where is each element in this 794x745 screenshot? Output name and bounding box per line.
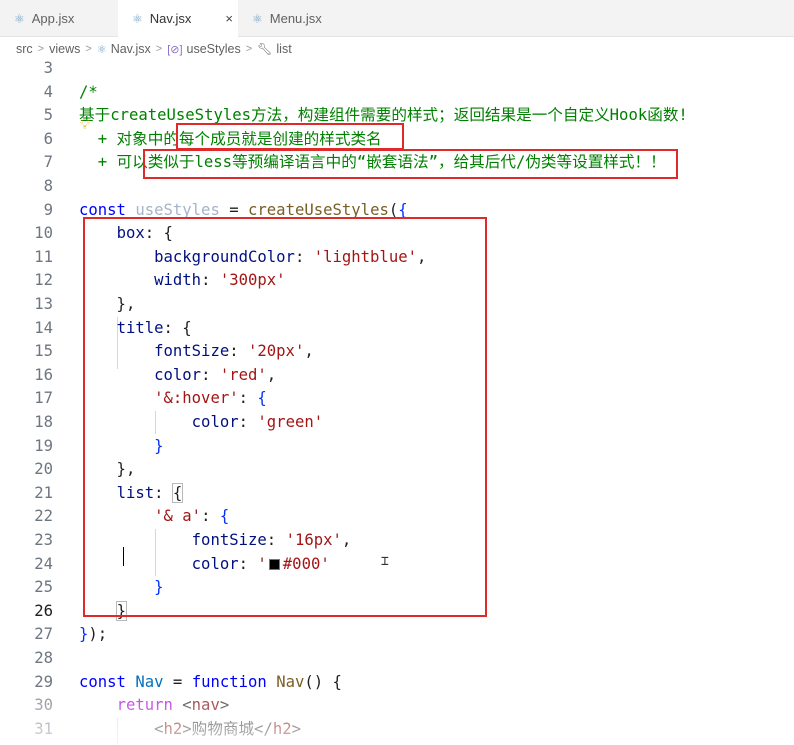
line-number: 25: [34, 578, 53, 597]
highlight-box-class-names: [176, 123, 404, 150]
breadcrumb-item-prop[interactable]: list: [276, 42, 291, 56]
code-line[interactable]: 28: [0, 647, 794, 671]
line-number: 13: [34, 295, 53, 313]
line-number: 21: [34, 483, 53, 502]
close-icon[interactable]: ×: [225, 11, 233, 26]
code-token: <: [79, 719, 164, 738]
tab-nav-jsx[interactable]: ⚛ Nav.jsx ×: [118, 0, 238, 37]
line-number: 31: [34, 719, 53, 738]
code-token: const: [79, 200, 136, 219]
code-token: 基于createUseStyles方法，构建组件需要的样式；返回结果是一个自定义…: [79, 106, 688, 125]
code-token: function: [191, 672, 277, 691]
code-token: }: [79, 625, 89, 644]
code-token: );: [88, 625, 108, 644]
chevron-right-icon: >: [155, 43, 163, 55]
line-number: 14: [34, 318, 53, 337]
code-token: {: [398, 200, 408, 219]
code-line[interactable]: 27});: [0, 623, 794, 647]
tab-app-jsx[interactable]: ⚛ App.jsx: [0, 0, 118, 37]
editor-tab-bar: ⚛ App.jsx ⚛ Nav.jsx × ⚛ Menu.jsx: [0, 0, 794, 37]
code-line[interactable]: 30 return <nav>: [0, 694, 794, 718]
react-icon: ⚛: [252, 11, 263, 26]
highlight-box-nesting-syntax: [143, 149, 678, 179]
line-number: 10: [34, 224, 53, 243]
line-number: 29: [34, 672, 53, 691]
line-number: 26: [34, 601, 53, 620]
code-text: <h2>购物商城</h2>: [79, 718, 301, 742]
line-number: 19: [34, 436, 53, 455]
breadcrumb-item-src[interactable]: src: [16, 42, 33, 56]
code-line[interactable]: 31 <h2>购物商城</h2>: [0, 718, 794, 742]
line-number: 17: [34, 389, 53, 408]
code-token: >: [291, 719, 301, 738]
code-token: (: [388, 200, 399, 219]
chevron-right-icon: >: [37, 43, 45, 55]
line-number: 20: [34, 460, 53, 479]
chevron-right-icon: >: [245, 43, 253, 55]
react-icon: ⚛: [96, 43, 107, 56]
line-number: 5: [43, 106, 53, 125]
tab-label: Menu.jsx: [269, 11, 322, 26]
tab-label: Nav.jsx: [149, 11, 192, 26]
breadcrumb-item-views[interactable]: views: [49, 42, 80, 56]
line-number: 30: [34, 696, 53, 715]
lightbulb-icon[interactable]: 💡︎: [80, 117, 90, 133]
tab-label: App.jsx: [31, 11, 75, 26]
line-number: 16: [34, 365, 53, 384]
code-token: return: [116, 696, 183, 715]
line-number: 6: [43, 129, 53, 148]
code-token: >购物商城</: [182, 719, 273, 738]
code-token: useStyles: [135, 200, 220, 219]
line-number: 18: [34, 413, 53, 431]
code-token: =: [219, 200, 249, 219]
code-line[interactable]: 4 /*: [0, 81, 794, 105]
line-number: 22: [34, 507, 53, 526]
code-token: <: [182, 696, 192, 715]
cube-icon: [⊘]: [167, 43, 183, 56]
code-token: nav: [191, 696, 220, 715]
code-text: return <nav>: [79, 694, 230, 718]
line-number: 24: [34, 554, 53, 573]
code-token: >: [219, 696, 230, 715]
line-number: 28: [34, 649, 53, 667]
line-number: 27: [34, 625, 53, 644]
code-token: h2: [163, 719, 183, 738]
line-number: 9: [43, 200, 53, 219]
code-token: Nav: [276, 672, 305, 691]
breadcrumb-item-file[interactable]: Nav.jsx: [111, 42, 151, 56]
code-text: const Nav = function Nav() {: [79, 671, 342, 695]
code-token: h2: [272, 719, 292, 738]
code-token: Nav: [135, 672, 164, 691]
line-number: 3: [43, 59, 53, 77]
line-number: 7: [43, 153, 53, 172]
code-token: /*: [79, 82, 98, 101]
code-text: /*: [79, 81, 98, 105]
code-token: =: [163, 672, 192, 691]
code-text: });: [79, 623, 107, 647]
code-token: createUseStyles: [248, 200, 389, 219]
breadcrumb-item-symbol[interactable]: useStyles: [187, 42, 241, 56]
react-icon: ⚛: [14, 11, 25, 26]
line-number: 4: [43, 82, 53, 101]
chevron-right-icon: >: [85, 43, 92, 55]
code-token: () {: [304, 672, 342, 691]
line-number: 12: [34, 271, 53, 290]
react-icon: ⚛: [132, 11, 143, 26]
line-number: 11: [34, 247, 53, 266]
code-token: const: [79, 672, 136, 691]
tab-menu-jsx[interactable]: ⚛ Menu.jsx: [238, 0, 358, 37]
wrench-icon: 🔧︎: [257, 42, 273, 56]
code-line[interactable]: 3: [0, 57, 794, 81]
line-number: 15: [34, 342, 53, 361]
ibeam-cursor-icon: ⌶: [381, 554, 389, 569]
highlight-box-styles-object: [83, 217, 487, 617]
line-number: 8: [43, 177, 53, 195]
line-number: 23: [34, 531, 53, 549]
text-cursor: [123, 547, 124, 566]
code-line[interactable]: 29 const Nav = function Nav() {: [0, 671, 794, 695]
